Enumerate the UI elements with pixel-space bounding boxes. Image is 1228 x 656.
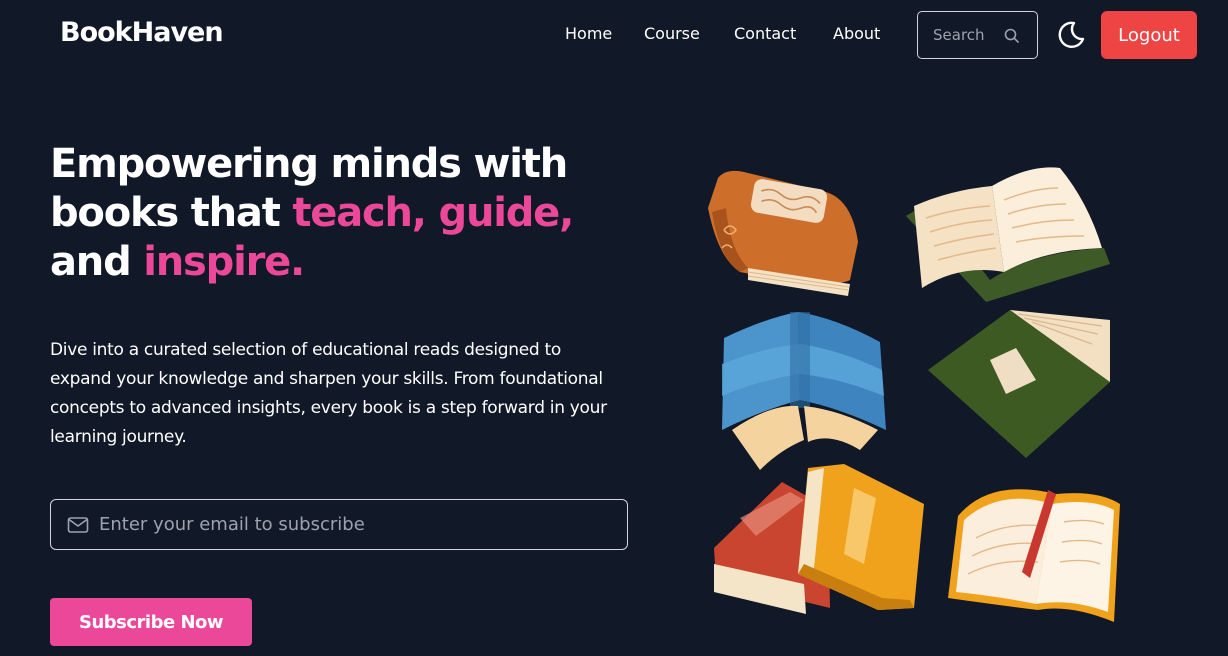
- email-input[interactable]: [99, 514, 627, 535]
- navbar: BookHaven Home Course Contact About Logo…: [0, 0, 1228, 70]
- books-illustration: [708, 167, 1120, 622]
- search-icon[interactable]: [1003, 27, 1021, 45]
- nav-course-link[interactable]: Course: [644, 24, 700, 43]
- search-input[interactable]: [933, 26, 1003, 44]
- green-book-image: [928, 310, 1110, 458]
- hero-title-highlight-2: inspire.: [143, 239, 305, 285]
- open-cream-book-image: [948, 489, 1120, 622]
- brand-logo[interactable]: BookHaven: [60, 17, 224, 48]
- blue-book-image: [722, 312, 886, 470]
- hero-title-line3-plain: and: [50, 239, 144, 285]
- nav-about-link[interactable]: About: [833, 24, 880, 43]
- nav-contact-link[interactable]: Contact: [734, 24, 796, 43]
- hero-description: Dive into a curated selection of educati…: [50, 340, 607, 447]
- hero-title-line1: Empowering minds with: [50, 141, 568, 187]
- moon-icon[interactable]: [1052, 17, 1088, 53]
- nav-home-link[interactable]: Home: [565, 24, 612, 43]
- hero-title-highlight-1: teach, guide,: [292, 190, 574, 236]
- mail-icon: [67, 516, 89, 533]
- search-box: [917, 11, 1038, 59]
- email-subscribe-box: [50, 499, 628, 550]
- hero-title-line2-plain: books that: [50, 190, 293, 236]
- open-green-book-image: [906, 167, 1110, 302]
- orange-book-image: [708, 170, 858, 296]
- logout-button[interactable]: Logout: [1101, 11, 1197, 59]
- hero-title: Empowering minds with books that teach, …: [50, 140, 650, 287]
- subscribe-button[interactable]: Subscribe Now: [50, 598, 252, 646]
